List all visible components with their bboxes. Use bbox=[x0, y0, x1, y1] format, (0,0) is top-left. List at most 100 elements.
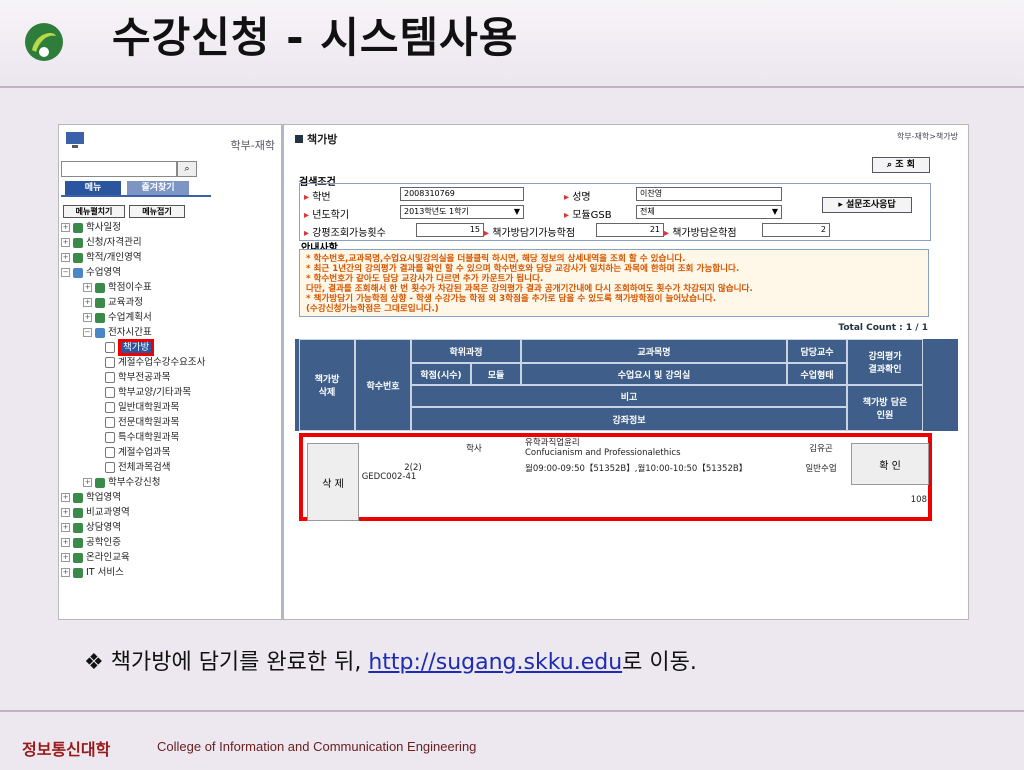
delete-button[interactable]: 삭 제 bbox=[307, 443, 359, 521]
document-icon bbox=[105, 387, 115, 398]
sidebar-item[interactable]: 특수대학원과목 bbox=[105, 431, 179, 445]
sidebar-crumb: 학부-재학 bbox=[230, 139, 275, 152]
sidebar-item[interactable]: + 학사일정 bbox=[61, 221, 121, 235]
slide-title: 수강신청 - 시스템사용 bbox=[112, 13, 519, 62]
folder-icon bbox=[73, 267, 83, 278]
tab-menu[interactable]: 메뉴 bbox=[65, 181, 121, 195]
breadcrumb: 학부-재학>책가방 bbox=[896, 132, 958, 141]
col-time-room: 수업요시 및 강의실 bbox=[521, 363, 787, 385]
module-icon bbox=[95, 312, 105, 323]
sidebar-item[interactable]: + IT 서비스 bbox=[61, 566, 124, 580]
module-icon bbox=[95, 297, 105, 308]
module-icon bbox=[73, 522, 83, 533]
col-module: 모듈 bbox=[471, 363, 521, 385]
sugang-link[interactable]: http://sugang.skku.edu bbox=[368, 650, 622, 675]
col-eval: 강의평가 결과확인 bbox=[847, 339, 923, 385]
sidebar-item[interactable]: − 수업영역 bbox=[61, 266, 121, 280]
cart-credit-label: ▸ 책가방담기가능학점 bbox=[484, 228, 576, 239]
sidebar-item[interactable]: + 온라인교육 bbox=[61, 551, 130, 565]
sidebar-item[interactable]: + 학부수강신청 bbox=[83, 476, 160, 490]
slide-header: 수강신청 - 시스템사용 bbox=[0, 0, 1024, 88]
document-icon bbox=[105, 402, 115, 413]
instruction-text: 책가방에 담기를 완료한 뒤, bbox=[110, 650, 369, 675]
module-icon bbox=[73, 507, 83, 518]
name-label: ▸ 성명 bbox=[564, 192, 591, 203]
document-icon bbox=[105, 342, 115, 353]
document-icon bbox=[105, 417, 115, 428]
search-button[interactable]: ⌕ 조 회 bbox=[872, 157, 930, 173]
folder-icon bbox=[95, 327, 105, 338]
notice-line: * 학수번호가 같아도 담당 교강사가 다르면 추가 카운트가 됩니다. bbox=[306, 274, 544, 284]
sidebar-item[interactable]: + 학적/개인영역 bbox=[61, 251, 142, 265]
expand-all-button[interactable]: 메뉴펼치기 bbox=[63, 205, 125, 218]
document-icon bbox=[105, 432, 115, 443]
cart-taken-label: ▸ 책가방담은학점 bbox=[664, 228, 737, 239]
collapse-all-button[interactable]: 메뉴접기 bbox=[129, 205, 185, 218]
course-name-cell[interactable]: 유학과직업윤리 Confucianism and Professionalethi… bbox=[525, 437, 785, 459]
sidebar-item[interactable]: + 공학인증 bbox=[61, 536, 121, 550]
module-select[interactable]: 전체 ▼ bbox=[636, 205, 782, 219]
sidebar-item[interactable]: + 교육과정 bbox=[83, 296, 143, 310]
module-label: ▸ 모듈GSB bbox=[564, 210, 612, 221]
module-icon bbox=[73, 567, 83, 578]
document-icon bbox=[105, 372, 115, 383]
search-icon[interactable]: ⌕ bbox=[177, 161, 197, 177]
sidebar-item[interactable]: 전체과목검색 bbox=[105, 461, 170, 475]
tab-favorites[interactable]: 즐겨찾기 bbox=[127, 181, 189, 195]
cart-taken-field: 2 bbox=[762, 223, 830, 237]
sidebar-item[interactable]: + 상담영역 bbox=[61, 521, 121, 535]
sidebar-item[interactable]: − 전자시간표 bbox=[83, 326, 152, 340]
notice-line: * 책가방담기 가능학점 상향 - 학생 수강가능 학점 외 3학점을 추가로 … bbox=[306, 294, 717, 304]
document-icon bbox=[105, 357, 115, 368]
sidebar-item[interactable]: + 수업계획서 bbox=[83, 311, 152, 325]
sidebar-item[interactable]: 전문대학원과목 bbox=[105, 416, 179, 430]
sidebar-item[interactable]: 학부교양/기타과목 bbox=[105, 386, 191, 400]
module-icon bbox=[73, 222, 83, 233]
cart-count-cell: 108 bbox=[910, 495, 927, 505]
sidebar-item[interactable]: 계절수업수강수요조사 bbox=[105, 356, 205, 370]
year-term-select[interactable]: 2013학년도 1학기 ▼ bbox=[400, 205, 524, 219]
module-icon bbox=[95, 477, 105, 488]
table-row: 삭 제 GEDC002-41 학사 유학과직업윤리 Confucianism an… bbox=[299, 433, 932, 521]
notice-line: (수강신청가능학점은 그대로입니다.) bbox=[306, 304, 439, 314]
col-program: 학위과정 bbox=[411, 339, 521, 363]
student-no-label: ▸ 학번 bbox=[304, 192, 331, 203]
sidebar-item[interactable]: + 신청/자격관리 bbox=[61, 236, 142, 250]
confirm-eval-button[interactable]: 확 인 bbox=[851, 443, 929, 485]
sidebar-item[interactable]: 계절수업과목 bbox=[105, 446, 170, 460]
sidebar-item[interactable]: + 비교과영역 bbox=[61, 506, 130, 520]
footer-college-kr: 정보통신대학 bbox=[22, 740, 111, 759]
student-no-field: 2008310769 bbox=[400, 187, 524, 201]
module-icon bbox=[73, 492, 83, 503]
col-type: 수업형태 bbox=[787, 363, 847, 385]
survey-button[interactable]: ▸ 설문조사응답 bbox=[822, 197, 912, 213]
sidebar-item[interactable]: + 학업영역 bbox=[61, 491, 121, 505]
university-logo-icon bbox=[25, 23, 63, 61]
name-field: 이찬영 bbox=[636, 187, 782, 201]
module-icon bbox=[73, 552, 83, 563]
col-lecture-info: 강좌정보 bbox=[411, 407, 847, 431]
cart-credit-field: 21 bbox=[596, 223, 664, 237]
sidebar-item[interactable]: 일반대학원과목 bbox=[105, 401, 179, 415]
menu-search-input[interactable] bbox=[61, 161, 177, 177]
col-course-no: 학수번호 bbox=[355, 339, 411, 431]
instruction-tail: 로 이동. bbox=[622, 650, 697, 675]
main-panel: 책가방 학부-재학>책가방 ⌕ 조 회 검색조건 ▸ 학번 2008310769… bbox=[287, 125, 968, 619]
program-cell: 학사 bbox=[466, 444, 482, 454]
col-credit: 학점(시수) bbox=[411, 363, 471, 385]
bullet-icon: ❖ bbox=[84, 650, 104, 675]
sidebar-item-cart[interactable]: 책가방 bbox=[105, 339, 155, 356]
sidebar-item[interactable]: + 학점이수표 bbox=[83, 281, 152, 295]
module-icon bbox=[95, 282, 105, 293]
col-delete: 책가방 삭제 bbox=[299, 339, 355, 431]
document-icon bbox=[105, 447, 115, 458]
col-cart-count: 책가방 담은 인원 bbox=[847, 385, 923, 431]
sidebar: 학부-재학 ⌕ 메뉴 즐겨찾기 메뉴펼치기 메뉴접기 + 학사일정 + 신청/자격관… bbox=[59, 125, 284, 619]
time-room-cell[interactable]: 월09:00-09:50【51352B】,월10:00-10:50【51352B… bbox=[525, 459, 785, 477]
table-header: 책가방 삭제 학수번호 학위과정 교과목명 담당교수 강의평가 결과확인 학점(… bbox=[295, 339, 958, 431]
module-icon bbox=[73, 237, 83, 248]
professor-cell: 김유곤 bbox=[809, 444, 833, 454]
chevron-down-icon: ▼ bbox=[771, 207, 778, 216]
lecture-count-label: ▸ 강평조회가능횟수 bbox=[304, 228, 386, 239]
sidebar-item[interactable]: 학부전공과목 bbox=[105, 371, 170, 385]
